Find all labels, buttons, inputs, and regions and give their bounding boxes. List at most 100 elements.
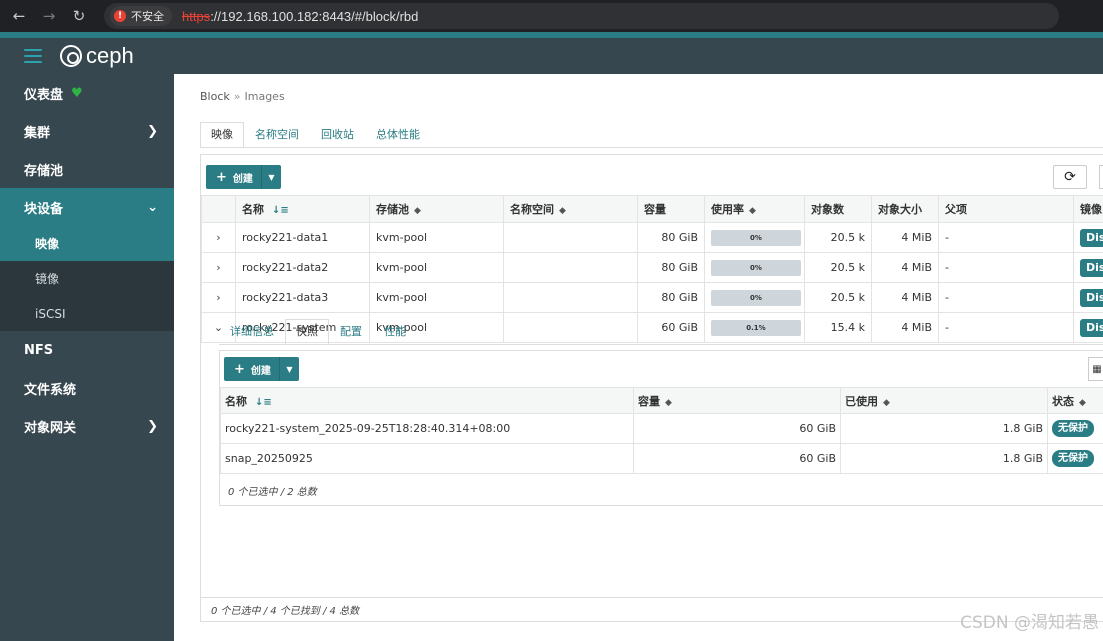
snapshot-size: 60 GiB bbox=[633, 443, 841, 474]
sidebar-item-nfs[interactable]: NFS bbox=[0, 331, 174, 369]
column-toggle-button[interactable]: ▦ bbox=[1088, 357, 1103, 381]
snapshots-toolbar: + 创建 ▼ bbox=[224, 357, 299, 381]
sidebar-item-block[interactable]: 块设备 ⌄ bbox=[0, 188, 174, 226]
breadcrumb-current: Images bbox=[244, 90, 285, 103]
tab-overall-performance[interactable]: 总体性能 bbox=[365, 122, 431, 148]
chevron-right-icon[interactable]: › bbox=[201, 252, 236, 283]
column-header-snap-size[interactable]: 容量 ◆ bbox=[633, 387, 841, 414]
image-size: 80 GiB bbox=[637, 252, 705, 283]
sort-icon: ◆ bbox=[749, 206, 756, 216]
image-mirroring-cell: Dis bbox=[1073, 252, 1103, 283]
column-header-usage[interactable]: 使用率 ◆ bbox=[704, 195, 805, 223]
warning-icon: ! bbox=[114, 10, 126, 22]
forward-icon[interactable]: → bbox=[38, 5, 60, 27]
column-header-namespace[interactable]: 名称空间 ◆ bbox=[503, 195, 638, 223]
sidebar-item-pools[interactable]: 存储池 bbox=[0, 150, 174, 188]
table-row[interactable]: snap_20250925 60 GiB 1.8 GiB 无保护 bbox=[220, 443, 1103, 474]
detail-tabs: 详细信息 快照 配置 性能 bbox=[219, 319, 417, 345]
expand-column-header bbox=[201, 195, 236, 223]
create-image-main[interactable]: + 创建 bbox=[206, 165, 261, 189]
snapshots-panel: + 创建 ▼ ▦ 名称 ↓≡ 容量 ◆ 已使用 ◆ 状态 ◆ rocky221-… bbox=[219, 350, 1103, 506]
images-footer: 0 个已选中 / 4 个已找到 / 4 总数 bbox=[211, 606, 360, 617]
sidebar-subitem-images[interactable]: 映像 bbox=[0, 226, 174, 261]
usage-bar: 0% bbox=[711, 229, 801, 246]
image-mirroring-cell: Dis bbox=[1073, 222, 1103, 253]
status-badge: 无保护 bbox=[1052, 450, 1094, 467]
create-snapshot-button[interactable]: + 创建 ▼ bbox=[224, 357, 299, 381]
column-header-snap-state[interactable]: 状态 ◆ bbox=[1047, 387, 1103, 414]
image-pool: kvm-pool bbox=[369, 252, 504, 283]
logo-text: ceph bbox=[86, 43, 134, 68]
column-header-size[interactable]: 容量 bbox=[637, 195, 705, 223]
chevron-right-icon: ❯ bbox=[147, 419, 158, 434]
tab-images[interactable]: 映像 bbox=[200, 122, 244, 148]
sidebar-subitem-mirroring[interactable]: 镜像 bbox=[0, 261, 174, 296]
sidebar-subitem-iscsi[interactable]: iSCSI bbox=[0, 296, 174, 331]
chevron-right-icon[interactable]: › bbox=[201, 222, 236, 253]
address-bar[interactable]: ! 不安全 https://192.168.100.182:8443/#/blo… bbox=[104, 3, 1059, 29]
status-badge: 无保护 bbox=[1052, 420, 1094, 437]
chevron-right-icon: ❯ bbox=[147, 124, 158, 139]
tab-trash[interactable]: 回收站 bbox=[310, 122, 365, 148]
footer-divider bbox=[201, 597, 1103, 598]
column-header-snap-name[interactable]: 名称 ↓≡ bbox=[220, 387, 634, 414]
main-content: Block» Images 映像 名称空间 回收站 总体性能 + 创建 ▼ ⟳ 名称… bbox=[174, 74, 1103, 641]
plus-icon: + bbox=[234, 361, 245, 377]
image-namespace bbox=[503, 252, 638, 283]
menu-icon[interactable] bbox=[24, 49, 42, 63]
sort-asc-icon: ↓≡ bbox=[272, 205, 289, 216]
table-row[interactable]: › rocky221-data2 kvm-pool 80 GiB 0% 20.5… bbox=[201, 252, 1103, 283]
image-name: rocky221-data1 bbox=[235, 222, 370, 253]
image-namespace bbox=[503, 222, 638, 253]
column-header-parent[interactable]: 父项 bbox=[938, 195, 1074, 223]
sort-asc-icon: ↓≡ bbox=[255, 396, 272, 408]
main-tabs: 映像 名称空间 回收站 总体性能 bbox=[200, 122, 431, 148]
snapshot-state-cell: 无保护 bbox=[1047, 443, 1103, 474]
table-header-row: 名称 ↓≡ 存储池 ◆ 名称空间 ◆ 容量 使用率 ◆ 对象数 对象大小 父项 镜像 bbox=[201, 195, 1103, 223]
insecure-label: 不安全 bbox=[131, 10, 164, 23]
mirroring-badge: Dis bbox=[1080, 228, 1103, 247]
image-object-size: 4 MiB bbox=[871, 222, 939, 253]
caret-down-icon[interactable]: ▼ bbox=[260, 165, 281, 189]
tab-configuration[interactable]: 配置 bbox=[329, 319, 373, 345]
table-row[interactable]: › rocky221-data1 kvm-pool 80 GiB 0% 20.5… bbox=[201, 222, 1103, 253]
image-size: 80 GiB bbox=[637, 222, 705, 253]
caret-down-icon[interactable]: ▼ bbox=[278, 357, 299, 381]
snapshot-state-cell: 无保护 bbox=[1047, 413, 1103, 444]
ceph-logo[interactable]: ceph bbox=[60, 43, 134, 69]
back-icon[interactable]: ← bbox=[8, 5, 30, 27]
refresh-icon: ⟳ bbox=[1064, 169, 1076, 185]
tabs-divider bbox=[200, 147, 1103, 148]
tab-namespaces[interactable]: 名称空间 bbox=[244, 122, 310, 148]
column-header-mirroring[interactable]: 镜像 bbox=[1073, 195, 1103, 223]
tab-snapshots[interactable]: 快照 bbox=[285, 319, 329, 345]
column-header-objects[interactable]: 对象数 bbox=[804, 195, 872, 223]
detail-tabs-divider bbox=[219, 344, 1103, 345]
tab-details[interactable]: 详细信息 bbox=[219, 319, 285, 345]
column-header-object-size[interactable]: 对象大小 bbox=[871, 195, 939, 223]
images-panel: + 创建 ▼ ⟳ 名称 ↓≡ 存储池 ◆ 名称空间 ◆ 容量 使用率 ◆ 对象数 对象大小 bbox=[200, 154, 1103, 622]
sidebar-item-object-gateway[interactable]: 对象网关 ❯ bbox=[0, 407, 174, 445]
sidebar-item-filesystems[interactable]: 文件系统 bbox=[0, 369, 174, 407]
breadcrumb-separator-icon: » bbox=[233, 90, 241, 103]
usage-bar: 0% bbox=[711, 259, 801, 276]
create-image-button[interactable]: + 创建 ▼ bbox=[206, 165, 281, 189]
mirroring-badge: Dis bbox=[1080, 258, 1103, 277]
column-toggle-button[interactable] bbox=[1099, 165, 1103, 189]
snapshot-used: 1.8 GiB bbox=[840, 443, 1048, 474]
column-header-pool[interactable]: 存储池 ◆ bbox=[369, 195, 504, 223]
sidebar-item-cluster[interactable]: 集群 ❯ bbox=[0, 112, 174, 150]
column-header-snap-used[interactable]: 已使用 ◆ bbox=[840, 387, 1048, 414]
create-snapshot-main[interactable]: + 创建 bbox=[224, 357, 279, 381]
security-chip[interactable]: ! 不安全 bbox=[110, 6, 172, 26]
reload-icon[interactable]: ↻ bbox=[68, 5, 90, 27]
sidebar-item-dashboard[interactable]: 仪表盘 ♥ bbox=[0, 74, 174, 112]
image-usage-cell: 0% bbox=[704, 252, 805, 283]
tab-performance[interactable]: 性能 bbox=[373, 319, 417, 345]
image-usage-cell: 0% bbox=[704, 222, 805, 253]
table-row[interactable]: rocky221-system_2025-09-25T18:28:40.314+… bbox=[220, 413, 1103, 444]
column-header-name[interactable]: 名称 ↓≡ bbox=[235, 195, 370, 223]
refresh-button[interactable]: ⟳ bbox=[1053, 165, 1087, 189]
breadcrumb-parent[interactable]: Block bbox=[200, 90, 230, 103]
url-text[interactable]: https://192.168.100.182:8443/#/block/rbd bbox=[182, 9, 418, 24]
